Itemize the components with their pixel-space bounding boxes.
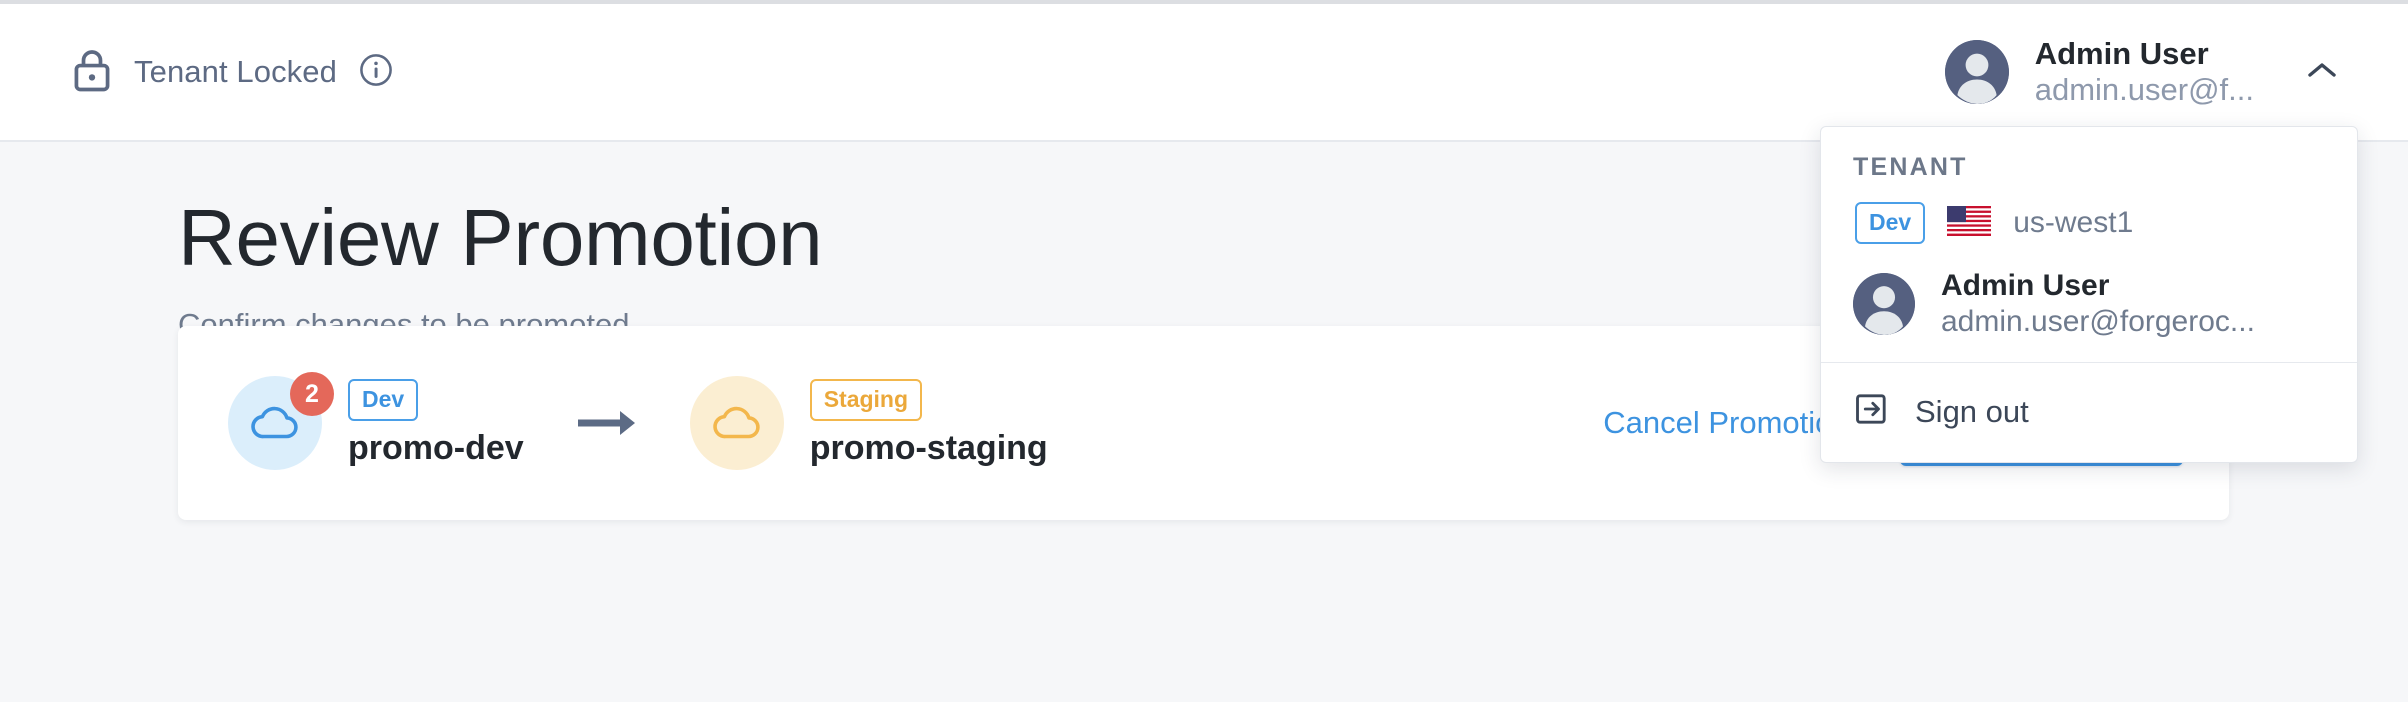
top-header-bar: Tenant Locked Admin User admin.user@f... [0,4,2408,142]
source-environment-badge: Dev [348,378,419,421]
user-email: admin.user@f... [2034,72,2254,107]
tenant-locked-label: Tenant Locked [134,54,337,89]
target-environment: Staging promo-staging [689,376,1048,470]
dropdown-account-row[interactable]: Admin User admin.user@forgeroc... [1851,268,2327,340]
info-circle-icon[interactable] [359,53,393,92]
dropdown-account-identity: Admin User admin.user@forgeroc... [1941,268,2255,340]
user-dropdown-menu: TENANT Dev us-west1 Admin User admin.use… [1820,126,2358,463]
lock-icon [70,47,114,98]
dropdown-account-name: Admin User [1941,269,2110,302]
dropdown-section-heading: TENANT [1853,153,1968,181]
target-cloud-wrapper [689,376,784,470]
cloud-icon [689,376,784,470]
user-name: Admin User [2034,36,2209,72]
sign-out-label: Sign out [1915,393,2029,429]
dropdown-account-email: admin.user@forgeroc... [1941,305,2255,338]
source-cloud-wrapper: 2 [228,372,334,470]
target-environment-badge: Staging [809,378,923,421]
sign-out-icon [1853,391,1889,432]
avatar [1853,273,1915,335]
cancel-promotion-button[interactable]: Cancel Promotion [1597,395,1855,451]
us-flag-icon [1947,205,1992,241]
source-environment-text: Dev promo-dev [348,378,524,468]
target-environment-name: promo-staging [809,428,1048,467]
change-count-badge: 2 [290,372,334,416]
arrow-right-icon [576,408,638,438]
app-root: Tenant Locked Admin User admin.user@f...… [0,0,2408,702]
tenant-region-name: us-west1 [2013,206,2134,239]
user-menu-trigger[interactable]: Admin User admin.user@f... [1944,36,2348,108]
sign-out-menu-item[interactable]: Sign out [1821,363,2357,462]
chevron-up-icon[interactable] [2306,60,2338,85]
user-identity: Admin User admin.user@f... [2035,36,2254,108]
tenant-environment-badge: Dev [1855,202,1926,244]
tenant-row[interactable]: Dev us-west1 [1851,202,2327,244]
avatar [1944,40,2009,104]
source-environment-name: promo-dev [348,428,524,467]
source-environment: 2 Dev promo-dev [228,372,524,470]
tenant-locked-status: Tenant Locked [70,47,393,98]
dropdown-tenant-section: TENANT Dev us-west1 Admin User admin.use… [1821,127,2357,362]
target-environment-text: Staging promo-staging [809,378,1048,468]
